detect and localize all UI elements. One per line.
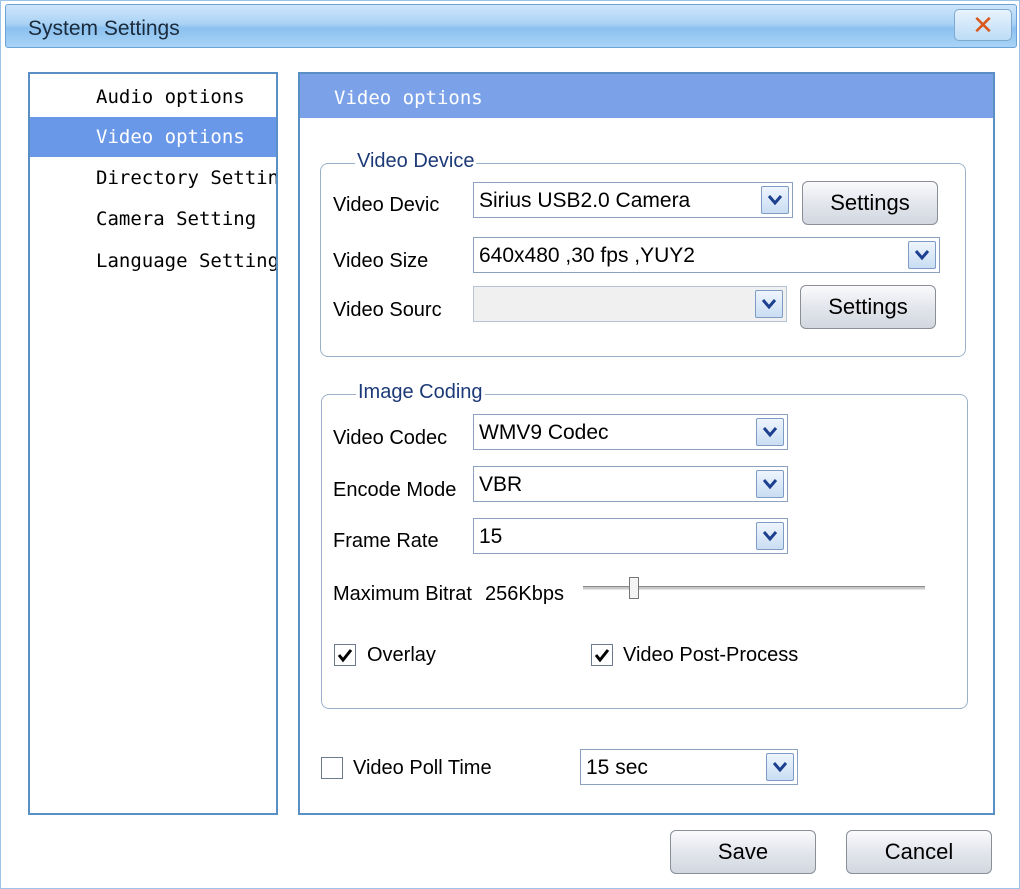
video-poll-time-dropdown[interactable]: 15 sec — [580, 749, 798, 785]
chevron-down-icon[interactable] — [766, 753, 794, 781]
video-device-label: Video Devic — [333, 194, 440, 216]
video-size-value: 640x480 ,30 fps ,YUY2 — [479, 244, 695, 267]
video-device-settings-button[interactable]: Settings — [802, 181, 938, 225]
overlay-label: Overlay — [367, 644, 436, 666]
frame-rate-dropdown[interactable]: 15 — [473, 518, 788, 554]
maximum-bitrate-value: 256Kbps — [485, 583, 564, 605]
video-codec-label: Video Codec — [333, 427, 448, 449]
video-post-process-checkbox[interactable] — [591, 644, 613, 666]
sidebar-item-camera-setting[interactable]: Camera Setting — [30, 199, 276, 239]
close-icon: ✕ — [972, 10, 994, 40]
encode-mode-dropdown[interactable]: VBR — [473, 466, 788, 502]
checkmark-icon — [337, 649, 353, 663]
encode-mode-value: VBR — [479, 473, 523, 496]
frame-rate-value: 15 — [479, 525, 503, 548]
overlay-checkbox[interactable] — [334, 644, 356, 666]
video-codec-dropdown[interactable]: WMV9 Codec — [473, 414, 788, 450]
title-bar[interactable]: System Settings ✕ — [5, 4, 1017, 48]
video-codec-value: WMV9 Codec — [479, 421, 609, 444]
chevron-down-icon[interactable] — [756, 470, 784, 498]
cancel-button[interactable]: Cancel — [846, 830, 992, 874]
chevron-down-icon[interactable] — [756, 522, 784, 550]
panel-header: Video options — [300, 74, 993, 118]
video-poll-time-checkbox[interactable] — [321, 757, 343, 779]
chevron-down-icon[interactable] — [755, 290, 783, 318]
sidebar-item-audio-options[interactable]: Audio options — [30, 77, 276, 117]
window-title: System Settings — [28, 17, 180, 40]
chevron-down-icon[interactable] — [908, 241, 936, 269]
bitrate-slider[interactable] — [583, 577, 925, 599]
video-size-dropdown[interactable]: 640x480 ,30 fps ,YUY2 — [473, 237, 940, 273]
save-button[interactable]: Save — [670, 830, 816, 874]
bitrate-slider-thumb[interactable] — [629, 577, 640, 599]
chevron-down-icon[interactable] — [761, 186, 789, 214]
maximum-bitrate-label: Maximum Bitrat — [333, 583, 472, 605]
video-poll-time-label: Video Poll Time — [353, 757, 492, 779]
close-button[interactable]: ✕ — [954, 9, 1012, 41]
frame-rate-label: Frame Rate — [333, 530, 439, 552]
sidebar-item-video-options[interactable]: Video options — [30, 117, 276, 157]
panel-title: Video options — [334, 87, 483, 109]
encode-mode-label: Encode Mode — [333, 479, 457, 501]
video-post-process-label: Video Post-Process — [623, 644, 799, 666]
settings-sidebar: Audio options Video options Directory Se… — [28, 72, 278, 815]
chevron-down-icon[interactable] — [756, 418, 784, 446]
video-poll-time-value: 15 sec — [586, 756, 648, 779]
sidebar-item-directory-settings[interactable]: Directory Settin — [30, 158, 276, 198]
video-device-dropdown[interactable]: Sirius USB2.0 Camera — [473, 182, 793, 218]
video-device-value: Sirius USB2.0 Camera — [479, 189, 691, 212]
video-device-group-title: Video Device — [355, 150, 477, 173]
video-source-dropdown[interactable] — [473, 286, 787, 322]
video-size-label: Video Size — [333, 250, 429, 272]
checkmark-icon — [594, 649, 610, 663]
sidebar-item-language-setting[interactable]: Language Setting — [30, 241, 276, 281]
video-source-label: Video Sourc — [333, 299, 442, 321]
image-coding-group-title: Image Coding — [356, 381, 485, 404]
video-source-settings-button[interactable]: Settings — [800, 285, 936, 329]
settings-window: System Settings ✕ Audio options Video op… — [0, 0, 1020, 889]
